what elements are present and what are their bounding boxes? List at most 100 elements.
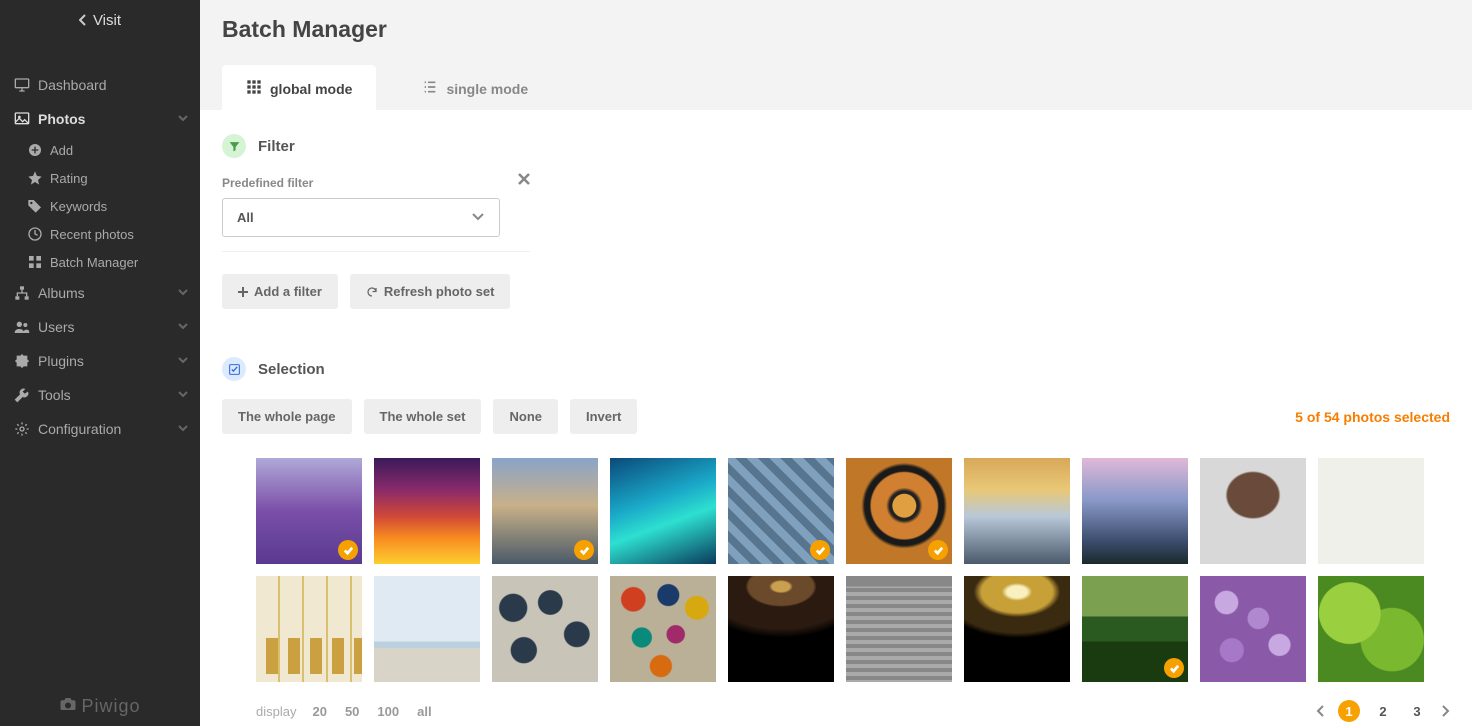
thumbnail[interactable] [964,576,1070,682]
sidebar-item-dashboard[interactable]: Dashboard [0,68,200,102]
tab-single-mode[interactable]: single mode [398,65,552,110]
selected-check-icon [810,540,830,560]
sidebar-item-photos[interactable]: Photos [0,102,200,136]
wrench-icon [12,387,32,403]
thumbnail[interactable] [1082,458,1188,564]
thumbnail[interactable] [492,576,598,682]
sitemap-icon [12,285,32,301]
thumbnail[interactable] [728,458,834,564]
thumbnail[interactable] [846,576,952,682]
pagination: 123 [1316,700,1450,722]
list-icon [422,79,438,98]
clock-icon [26,226,44,242]
thumbnail[interactable] [1200,576,1306,682]
thumbnail[interactable] [964,458,1070,564]
sidebar-item-plugins[interactable]: Plugins [0,344,200,378]
thumbnail[interactable] [256,458,362,564]
plus-circle-icon [26,142,44,158]
sidebar-subitem-recent-photos[interactable]: Recent photos [14,220,200,248]
users-icon [12,319,32,335]
refresh-icon [366,286,378,298]
predefined-filter-select[interactable]: All [222,198,500,237]
list-footer: display 20 50 100 all 123 [222,700,1450,722]
sidebar-subitem-batch-manager[interactable]: Batch Manager [14,248,200,276]
display-option-all[interactable]: all [417,704,431,719]
display-option-50[interactable]: 50 [345,704,359,719]
monitor-icon [12,77,32,93]
thumbnail[interactable] [374,458,480,564]
display-option-100[interactable]: 100 [377,704,399,719]
main-area: Batch Manager global modesingle mode Fil… [200,0,1472,726]
thumbnail[interactable] [1318,576,1424,682]
selection-title: Selection [258,361,325,378]
sidebar-subitem-add[interactable]: Add [14,136,200,164]
page-prev[interactable] [1316,705,1326,717]
thumbnail[interactable] [492,458,598,564]
selection-buttons: The whole page The whole set None Invert 5 o… [222,399,1450,434]
tab-global-mode[interactable]: global mode [222,65,376,110]
image-icon [12,111,32,127]
display-label: display [256,704,296,719]
plus-icon [238,287,248,297]
filter-head: Filter [222,134,1450,158]
sidebar-item-albums[interactable]: Albums [0,276,200,310]
page-1[interactable]: 1 [1338,700,1360,722]
content: Filter Predefined filter All Add a filte… [200,110,1472,726]
chevron-down-icon [178,112,188,126]
select-the-whole-set-button[interactable]: The whole set [364,399,482,434]
selected-check-icon [574,540,594,560]
filter-actions: Add a filter Refresh photo set [222,274,1450,309]
select-none-button[interactable]: None [493,399,558,434]
chevron-down-icon [471,209,485,226]
selected-check-icon [1164,658,1184,678]
sidebar-menu: DashboardPhotosAddRatingKeywordsRecent p… [0,40,200,686]
filter-title: Filter [258,138,295,155]
predefined-filter-value: All [237,210,254,225]
page-3[interactable]: 3 [1406,700,1428,722]
add-filter-button[interactable]: Add a filter [222,274,338,309]
thumbnail[interactable] [374,576,480,682]
tab-bar: global mode single mode [200,65,1472,110]
selection-icon [222,357,246,381]
chevron-down-icon [178,320,188,334]
grid-icon [246,79,262,98]
chevron-left-icon [79,14,87,26]
display-option-20[interactable]: 20 [312,704,326,719]
thumbnail[interactable] [728,576,834,682]
page-next[interactable] [1440,705,1450,717]
chevron-down-icon [178,388,188,402]
thumbnail[interactable] [1082,576,1188,682]
refresh-photoset-button[interactable]: Refresh photo set [350,274,511,309]
sidebar-subitem-rating[interactable]: Rating [14,164,200,192]
sidebar-subitem-keywords[interactable]: Keywords [14,192,200,220]
thumbnail[interactable] [846,458,952,564]
camera-icon [59,695,77,718]
thumbnail[interactable] [256,576,362,682]
select-the-whole-page-button[interactable]: The whole page [222,399,352,434]
selection-head: Selection [222,357,1450,381]
select-invert-button[interactable]: Invert [570,399,637,434]
remove-filter-button[interactable] [518,172,530,190]
thumbnail-grid [222,458,1450,682]
selected-check-icon [928,540,948,560]
thumbnail[interactable] [1200,458,1306,564]
selected-check-icon [338,540,358,560]
grid-icon [26,254,44,270]
visit-label: Visit [93,12,121,29]
filter-icon [222,134,246,158]
predefined-filter-label: Predefined filter [222,176,530,190]
thumbnail[interactable] [1318,458,1424,564]
thumbnail[interactable] [610,458,716,564]
chevron-down-icon [178,286,188,300]
page-2[interactable]: 2 [1372,700,1394,722]
brand-logo: Piwigo [0,686,200,726]
selection-count: 5 of 54 photos selected [1295,409,1450,425]
sidebar-item-tools[interactable]: Tools [0,378,200,412]
sidebar-item-configuration[interactable]: Configuration [0,412,200,446]
sidebar-item-users[interactable]: Users [0,310,200,344]
sidebar: Visit DashboardPhotosAddRatingKeywordsRe… [0,0,200,726]
close-icon [518,173,530,185]
visit-link[interactable]: Visit [0,0,200,40]
thumbnail[interactable] [610,576,716,682]
chevron-down-icon [178,422,188,436]
